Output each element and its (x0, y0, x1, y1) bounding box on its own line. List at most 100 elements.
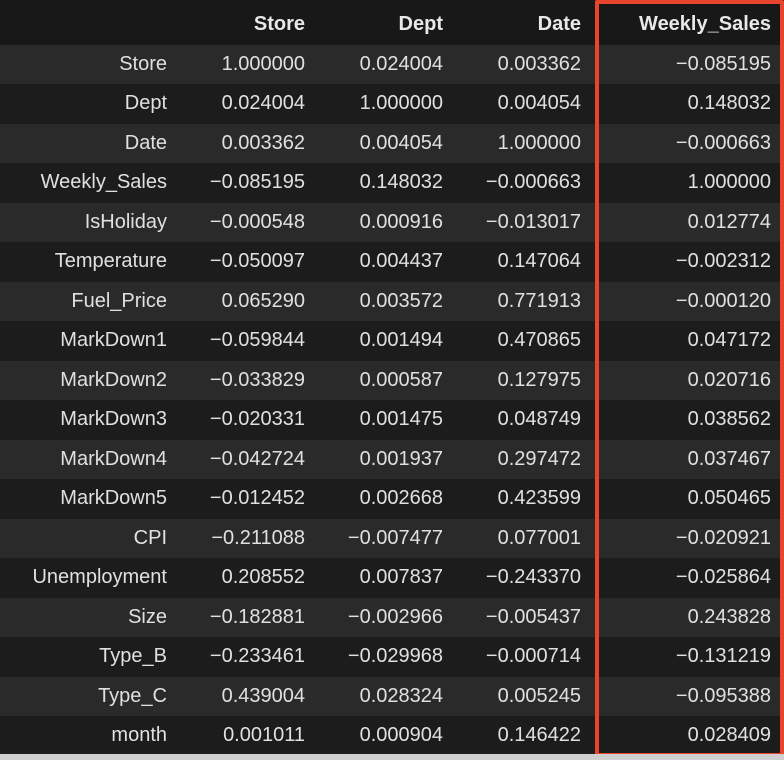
row-label: month (0, 716, 180, 756)
table-body: Store 1.000000 0.024004 0.003362 −0.085195 De… (0, 44, 784, 756)
table-cell: −0.007477 (318, 518, 456, 558)
table-cell: 0.000587 (318, 360, 456, 400)
row-label: Date (0, 123, 180, 163)
row-label: Size (0, 597, 180, 637)
table-cell: −0.025864 (594, 558, 784, 598)
table-cell: 0.297472 (456, 439, 594, 479)
table-cell: 0.047172 (594, 321, 784, 361)
table-cell: −0.020331 (180, 400, 318, 440)
table-cell: 0.012774 (594, 202, 784, 242)
table-cell: 0.470865 (456, 321, 594, 361)
table-cell: 0.439004 (180, 676, 318, 716)
horizontal-scrollbar[interactable] (0, 754, 784, 760)
table-cell: −0.012452 (180, 479, 318, 519)
table-row: IsHoliday −0.000548 0.000916 −0.013017 0.012… (0, 202, 784, 242)
table-cell: 0.077001 (456, 518, 594, 558)
table-cell: 0.003362 (180, 123, 318, 163)
table-cell: 0.028409 (594, 716, 784, 756)
row-label: Weekly_Sales (0, 163, 180, 203)
column-header-store: Store (180, 5, 318, 45)
table-cell: 0.020716 (594, 360, 784, 400)
table-cell: 0.146422 (456, 716, 594, 756)
table-cell: −0.131219 (594, 637, 784, 677)
table-cell: 0.148032 (318, 163, 456, 203)
table-row: Type_C 0.439004 0.028324 0.005245 −0.095388 (0, 676, 784, 716)
table-row: month 0.001011 0.000904 0.146422 0.028409 (0, 716, 784, 756)
table-cell: 0.423599 (456, 479, 594, 519)
table-cell: −0.033829 (180, 360, 318, 400)
table-cell: −0.005437 (456, 597, 594, 637)
table-cell: 0.038562 (594, 400, 784, 440)
table-cell: 0.001494 (318, 321, 456, 361)
table-cell: 1.000000 (456, 123, 594, 163)
table-cell: 0.243828 (594, 597, 784, 637)
table-cell: 1.000000 (180, 44, 318, 84)
table-row: Type_B −0.233461 −0.029968 −0.000714 −0.1312… (0, 637, 784, 677)
row-label: MarkDown4 (0, 439, 180, 479)
table-cell: 0.001475 (318, 400, 456, 440)
table-cell: −0.085195 (180, 163, 318, 203)
table-cell: 0.004054 (318, 123, 456, 163)
table-row: MarkDown3 −0.020331 0.001475 0.048749 0.0385… (0, 400, 784, 440)
table-cell: 0.003572 (318, 281, 456, 321)
row-label: Store (0, 44, 180, 84)
table-cell: 0.148032 (594, 84, 784, 124)
table-cell: 1.000000 (318, 84, 456, 124)
table-cell: −0.233461 (180, 637, 318, 677)
table-cell: 0.208552 (180, 558, 318, 598)
table-cell: 0.048749 (456, 400, 594, 440)
row-label: MarkDown3 (0, 400, 180, 440)
table-row: Date 0.003362 0.004054 1.000000 −0.000663 (0, 123, 784, 163)
table-cell: −0.050097 (180, 242, 318, 282)
table-row: MarkDown1 −0.059844 0.001494 0.470865 0.0471… (0, 321, 784, 361)
table-row: Store 1.000000 0.024004 0.003362 −0.085195 (0, 44, 784, 84)
column-header-dept: Dept (318, 5, 456, 45)
row-label: Temperature (0, 242, 180, 282)
table-cell: −0.000548 (180, 202, 318, 242)
table-cell: 0.147064 (456, 242, 594, 282)
table-cell: −0.243370 (456, 558, 594, 598)
row-label: MarkDown1 (0, 321, 180, 361)
table-row: Weekly_Sales −0.085195 0.148032 −0.000663 1.… (0, 163, 784, 203)
table-cell: 0.004054 (456, 84, 594, 124)
table-row: MarkDown5 −0.012452 0.002668 0.423599 0.0504… (0, 479, 784, 519)
table-row: MarkDown2 −0.033829 0.000587 0.127975 0.0207… (0, 360, 784, 400)
table-row: Dept 0.024004 1.000000 0.004054 0.148032 (0, 84, 784, 124)
table-cell: −0.029968 (318, 637, 456, 677)
table-cell: −0.002966 (318, 597, 456, 637)
table-cell: 0.771913 (456, 281, 594, 321)
table-cell: −0.042724 (180, 439, 318, 479)
correlation-table: Store Dept Date Weekly_Sales Store 1.0000… (0, 5, 784, 756)
table-cell: −0.000120 (594, 281, 784, 321)
table-cell: −0.000663 (456, 163, 594, 203)
row-label: CPI (0, 518, 180, 558)
table-cell: −0.182881 (180, 597, 318, 637)
table-cell: 0.024004 (180, 84, 318, 124)
table-row: Size −0.182881 −0.002966 −0.005437 0.243828 (0, 597, 784, 637)
table-row: CPI −0.211088 −0.007477 0.077001 −0.020921 (0, 518, 784, 558)
column-header-date: Date (456, 5, 594, 45)
table-cell: 0.065290 (180, 281, 318, 321)
row-label: Dept (0, 84, 180, 124)
table-cell: −0.085195 (594, 44, 784, 84)
column-header-weekly-sales: Weekly_Sales (594, 5, 784, 45)
index-header (0, 5, 180, 45)
table-row: Unemployment 0.208552 0.007837 −0.243370 −0.… (0, 558, 784, 598)
table-cell: 0.127975 (456, 360, 594, 400)
table-cell: 1.000000 (594, 163, 784, 203)
table-cell: 0.000916 (318, 202, 456, 242)
table-row: Fuel_Price 0.065290 0.003572 0.771913 −0.000… (0, 281, 784, 321)
table-cell: −0.095388 (594, 676, 784, 716)
row-label: MarkDown2 (0, 360, 180, 400)
row-label: Unemployment (0, 558, 180, 598)
table-cell: −0.211088 (180, 518, 318, 558)
row-label: Type_C (0, 676, 180, 716)
header-row: Store Dept Date Weekly_Sales (0, 5, 784, 45)
table-cell: −0.000663 (594, 123, 784, 163)
table-cell: 0.028324 (318, 676, 456, 716)
table-cell: 0.007837 (318, 558, 456, 598)
table-cell: 0.003362 (456, 44, 594, 84)
table-cell: 0.000904 (318, 716, 456, 756)
table-cell: −0.013017 (456, 202, 594, 242)
table-row: Temperature −0.050097 0.004437 0.147064 −0.0… (0, 242, 784, 282)
